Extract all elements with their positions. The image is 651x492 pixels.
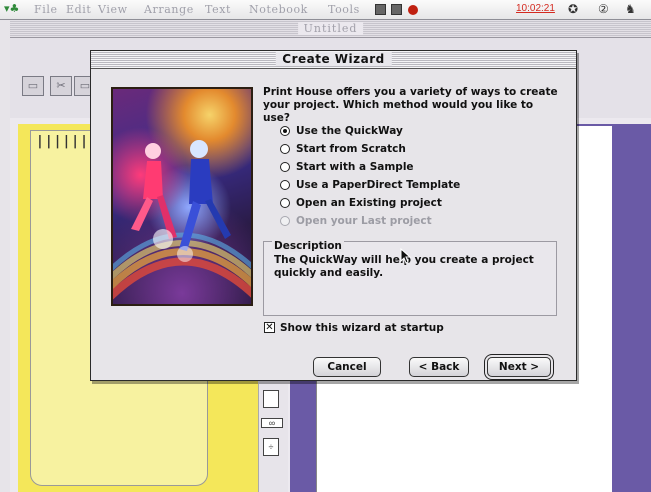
wizard-prompt: Print House offers you a variety of ways… — [263, 86, 558, 124]
option-label: Open an Existing project — [296, 197, 442, 209]
option-label: Start with a Sample — [296, 161, 414, 173]
menu-view[interactable]: View — [98, 3, 128, 16]
dialog-title: Create Wizard — [275, 52, 392, 66]
record-icon[interactable] — [408, 5, 418, 15]
menu-arrange[interactable]: Arrange — [144, 3, 194, 16]
dialog-title-bar[interactable]: Create Wizard — [91, 51, 576, 69]
cut-button[interactable]: ✂ — [50, 76, 72, 96]
speaker-icon[interactable]: ✪ — [568, 2, 578, 16]
side-tool-palette: ∞ ÷ — [258, 384, 288, 492]
link-tool-icon[interactable]: ∞ — [261, 418, 283, 428]
menu-notebook[interactable]: Notebook — [249, 3, 308, 16]
radio-button[interactable] — [280, 144, 290, 154]
radio-button[interactable] — [280, 162, 290, 172]
next-button[interactable]: Next > — [487, 357, 551, 377]
checkbox-label: Show this wizard at startup — [280, 322, 444, 334]
radio-button[interactable] — [280, 126, 290, 136]
wizard-illustration — [111, 87, 253, 306]
app-switch-icon[interactable]: ♞ — [625, 2, 636, 16]
menu-clock[interactable]: 10:02:21 — [516, 3, 555, 14]
option-label: Use a PaperDirect Template — [296, 179, 461, 191]
radio-button[interactable] — [280, 198, 290, 208]
option-label: Start from Scratch — [296, 143, 406, 155]
create-wizard-dialog: Create Wizard Print House offers you a v… — [90, 50, 577, 381]
notebook-rings: |||||| — [36, 134, 89, 149]
menu-file[interactable]: File — [34, 3, 58, 16]
page-tool-icon[interactable] — [263, 390, 279, 408]
tool-icon-a[interactable] — [375, 4, 386, 15]
back-button[interactable]: < Back — [409, 357, 469, 377]
option-label: Open your Last project — [296, 215, 432, 227]
apple-menu-icon[interactable]: ▾♣ — [4, 2, 19, 15]
menu-text[interactable]: Text — [205, 3, 231, 16]
radio-button — [280, 216, 290, 226]
option-label: Use the QuickWay — [296, 125, 403, 137]
menu-edit[interactable]: Edit — [66, 3, 91, 16]
radio-button[interactable] — [280, 180, 290, 190]
startup-checkbox[interactable]: ✕ — [264, 322, 275, 333]
document-title-bar[interactable]: Untitled — [10, 20, 651, 38]
divide-tool-icon[interactable]: ÷ — [263, 438, 279, 456]
tool-icon-b[interactable] — [391, 4, 402, 15]
menu-tools[interactable]: Tools — [328, 3, 360, 16]
menu-bar: ▾♣ File Edit View Arrange Text Notebook … — [0, 0, 651, 20]
description-heading: Description — [272, 240, 344, 252]
help-icon[interactable]: ② — [598, 2, 609, 16]
mouse-pointer-icon — [400, 248, 412, 264]
running-figures-illustration — [113, 140, 251, 300]
toolbar-button-1[interactable]: ▭ — [22, 76, 44, 96]
document-title: Untitled — [297, 22, 364, 35]
cancel-button[interactable]: Cancel — [313, 357, 381, 377]
